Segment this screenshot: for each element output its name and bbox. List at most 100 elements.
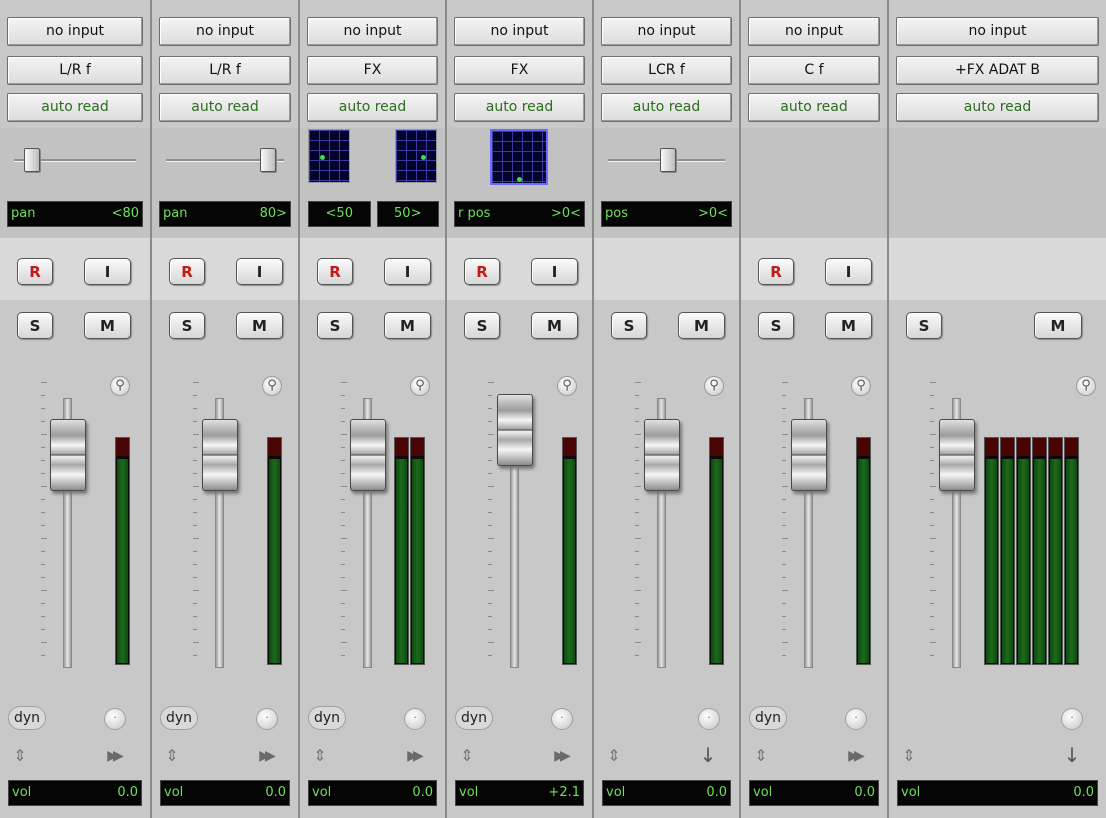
volume-fader[interactable] [202, 419, 238, 491]
mute-button[interactable]: M [678, 312, 725, 339]
automation-mode-button[interactable]: auto read [159, 93, 291, 122]
input-selector-button[interactable]: no input [896, 17, 1099, 46]
mute-button[interactable]: M [236, 312, 283, 339]
input-monitor-button[interactable]: I [825, 258, 872, 285]
automation-dot-icon[interactable]: · [104, 708, 126, 730]
fast-forward-icon[interactable]: ▶▶ [547, 744, 573, 768]
send-knob-icon[interactable]: ⚲ [262, 376, 282, 396]
dynamic-transport-button[interactable]: dyn [160, 706, 198, 730]
pan-grid-right[interactable] [395, 129, 437, 183]
pan-slider[interactable] [608, 148, 725, 172]
automation-mode-button[interactable]: auto read [454, 93, 585, 122]
solo-button[interactable]: S [611, 312, 647, 339]
fast-forward-icon[interactable]: ▶▶ [400, 744, 426, 768]
record-enable-button[interactable]: R [17, 258, 53, 285]
dynamic-transport-button[interactable]: dyn [8, 706, 46, 730]
send-knob-icon[interactable]: ⚲ [1076, 376, 1096, 396]
automation-dot-icon[interactable]: · [256, 708, 278, 730]
record-enable-button[interactable]: R [464, 258, 500, 285]
up-down-arrow-icon[interactable]: ⇕ [310, 744, 330, 768]
volume-fader[interactable] [644, 419, 680, 491]
automation-mode-button[interactable]: auto read [307, 93, 438, 122]
mute-button[interactable]: M [84, 312, 131, 339]
fader-tick [488, 486, 494, 487]
input-selector-button[interactable]: no input [454, 17, 585, 46]
mute-button[interactable]: M [1034, 312, 1082, 339]
pan-slider-knob[interactable] [24, 148, 41, 172]
surround-pan-grid[interactable] [490, 129, 548, 185]
volume-fader[interactable] [350, 419, 386, 491]
dynamic-transport-button[interactable]: dyn [455, 706, 493, 730]
fader-tick [635, 616, 639, 617]
volume-fader[interactable] [791, 419, 827, 491]
output-selector-button[interactable]: L/R f [7, 56, 143, 85]
pan-grid-left[interactable] [308, 129, 350, 183]
pan-slider[interactable] [166, 148, 284, 172]
input-selector-button[interactable]: no input [159, 17, 291, 46]
mute-button[interactable]: M [531, 312, 578, 339]
up-down-arrow-icon[interactable]: ⇕ [751, 744, 771, 768]
automation-mode-button[interactable]: auto read [896, 93, 1099, 122]
output-selector-button[interactable]: FX [454, 56, 585, 85]
pan-slider-knob[interactable] [659, 148, 676, 172]
up-down-arrow-icon[interactable]: ⇕ [899, 744, 919, 768]
output-selector-button[interactable]: LCR f [601, 56, 732, 85]
volume-value: 0.0 [1073, 785, 1094, 800]
up-down-arrow-icon[interactable]: ⇕ [10, 744, 30, 768]
automation-dot-icon[interactable]: · [845, 708, 867, 730]
up-down-arrow-icon[interactable]: ⇕ [604, 744, 624, 768]
automation-mode-button[interactable]: auto read [748, 93, 880, 122]
input-selector-button[interactable]: no input [7, 17, 143, 46]
dynamic-transport-button[interactable]: dyn [749, 706, 787, 730]
output-selector-button[interactable]: FX [307, 56, 438, 85]
fast-forward-icon[interactable]: ▶▶ [252, 744, 278, 768]
automation-dot-icon[interactable]: · [1061, 708, 1083, 730]
pan-readout-value: <80 [111, 206, 139, 221]
mute-button[interactable]: M [825, 312, 872, 339]
automation-mode-button[interactable]: auto read [601, 93, 732, 122]
record-enable-button[interactable]: R [758, 258, 794, 285]
input-monitor-button[interactable]: I [531, 258, 578, 285]
solo-button[interactable]: S [464, 312, 500, 339]
solo-button[interactable]: S [758, 312, 794, 339]
solo-button[interactable]: S [169, 312, 205, 339]
fast-forward-icon[interactable]: ▶▶ [100, 744, 126, 768]
send-knob-icon[interactable]: ⚲ [110, 376, 130, 396]
input-selector-button[interactable]: no input [601, 17, 732, 46]
send-knob-icon[interactable]: ⚲ [704, 376, 724, 396]
dynamic-transport-button[interactable]: dyn [308, 706, 346, 730]
meter-clip-indicator [116, 438, 129, 456]
record-enable-button[interactable]: R [317, 258, 353, 285]
solo-button[interactable]: S [317, 312, 353, 339]
input-selector-button[interactable]: no input [748, 17, 880, 46]
pan-slider-knob[interactable] [260, 148, 277, 172]
output-selector-button[interactable]: C f [748, 56, 880, 85]
automation-dot-icon[interactable]: · [551, 708, 573, 730]
volume-fader[interactable] [939, 419, 975, 491]
volume-fader[interactable] [497, 393, 533, 466]
input-selector-button[interactable]: no input [307, 17, 438, 46]
down-arrow-icon[interactable]: ↓ [698, 742, 718, 768]
input-monitor-button[interactable]: I [236, 258, 283, 285]
fast-forward-icon[interactable]: ▶▶ [841, 744, 867, 768]
record-enable-button[interactable]: R [169, 258, 205, 285]
solo-button[interactable]: S [17, 312, 53, 339]
send-knob-icon[interactable]: ⚲ [410, 376, 430, 396]
automation-dot-icon[interactable]: · [698, 708, 720, 730]
send-knob-icon[interactable]: ⚲ [557, 376, 577, 396]
down-arrow-icon[interactable]: ↓ [1062, 742, 1082, 768]
volume-fader[interactable] [50, 419, 86, 491]
output-selector-button[interactable]: +FX ADAT B [896, 56, 1099, 85]
automation-mode-button[interactable]: auto read [7, 93, 143, 122]
input-monitor-button[interactable]: I [84, 258, 131, 285]
output-selector-button[interactable]: L/R f [159, 56, 291, 85]
send-knob-icon[interactable]: ⚲ [851, 376, 871, 396]
input-monitor-button[interactable]: I [384, 258, 431, 285]
fader-tick [488, 564, 492, 565]
automation-dot-icon[interactable]: · [404, 708, 426, 730]
solo-button[interactable]: S [906, 312, 942, 339]
mute-button[interactable]: M [384, 312, 431, 339]
up-down-arrow-icon[interactable]: ⇕ [162, 744, 182, 768]
up-down-arrow-icon[interactable]: ⇕ [457, 744, 477, 768]
pan-slider[interactable] [14, 148, 136, 172]
